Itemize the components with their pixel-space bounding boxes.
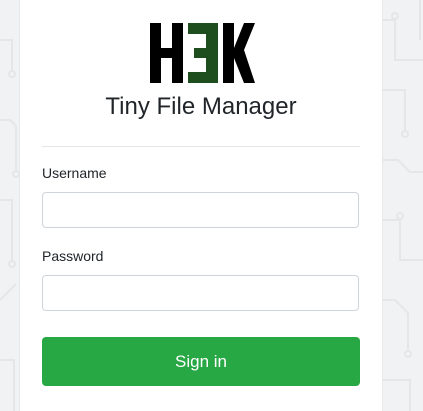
sign-in-button[interactable]: Sign in [42,337,360,386]
app-title: Tiny File Manager [105,93,297,120]
login-card: Tiny File Manager Username Password Sign… [19,0,383,411]
password-input[interactable] [42,275,359,311]
h3k-logo [150,23,255,83]
password-label: Password [42,248,104,264]
username-label: Username [42,165,107,181]
username-input[interactable] [42,192,359,228]
header-divider [42,146,360,147]
